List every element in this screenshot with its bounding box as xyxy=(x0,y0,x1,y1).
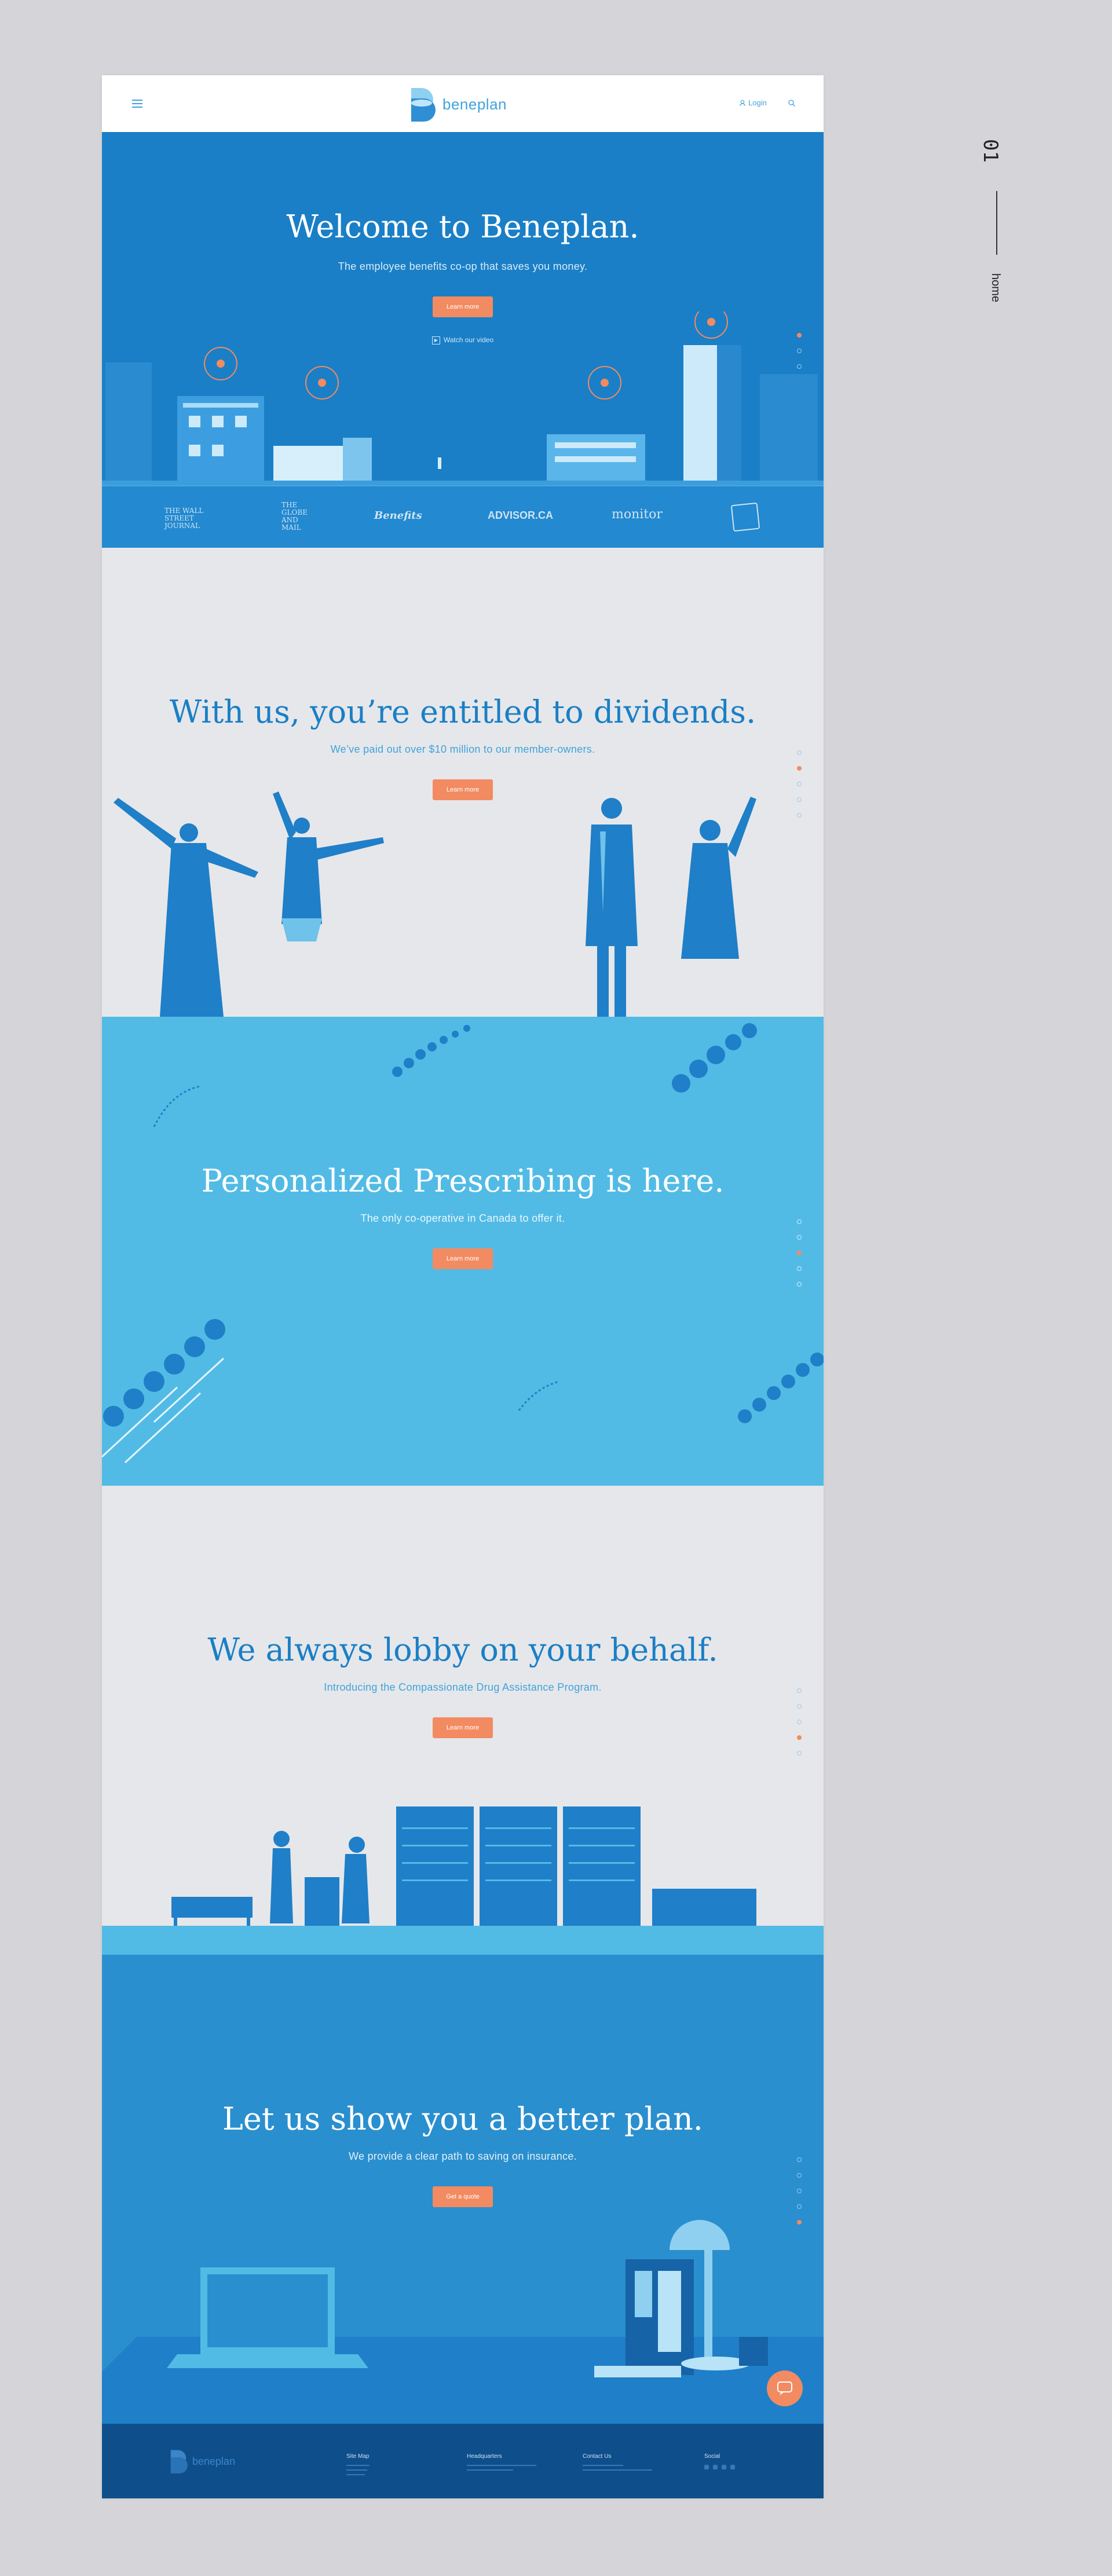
pagination-dot[interactable] xyxy=(797,1688,802,1693)
beneplan-logo-icon xyxy=(411,88,436,122)
pagination-dot-active[interactable] xyxy=(797,766,802,771)
pagination-dot[interactable] xyxy=(797,1282,802,1287)
footer-sitemap-column: Site Map xyxy=(346,2453,370,2479)
footer-contact-placeholder[interactable] xyxy=(583,2465,623,2466)
footer-headquarters-column: Headquarters xyxy=(467,2453,536,2474)
prescribing-subtitle: The only co-operative in Canada to offer… xyxy=(360,1212,565,1224)
plan-section: Let us show you a better plan. We provid… xyxy=(102,1955,824,2424)
footer-contact-column: Contact Us xyxy=(583,2453,652,2474)
prescribing-section: Personalized Prescribing is here. The on… xyxy=(102,1017,824,1486)
pagination-dot[interactable] xyxy=(797,1720,802,1724)
press-logo-badge xyxy=(730,502,760,532)
press-logo-globe-and-mail: THE GLOBE AND MAIL xyxy=(281,501,308,532)
dividends-section: With us, you’re entitled to dividends. W… xyxy=(102,548,824,1017)
page-number: 01 xyxy=(979,139,1002,163)
site-footer: beneplan Site Map Headquarters Contact U… xyxy=(102,2424,824,2498)
pagination-dot-active[interactable] xyxy=(797,1735,802,1740)
pagination-dot[interactable] xyxy=(797,1266,802,1271)
city-skyline-illustration xyxy=(102,312,824,485)
login-label: Login xyxy=(748,98,767,107)
instagram-icon[interactable] xyxy=(722,2465,726,2469)
side-divider xyxy=(996,191,997,255)
footer-social-column: Social xyxy=(704,2453,735,2469)
press-logo-monitor: monitor xyxy=(612,507,663,522)
pagination-dot[interactable] xyxy=(797,1219,802,1224)
press-logo-wsj: THE WALL STREET JOURNAL xyxy=(164,507,204,530)
pagination-dot-active[interactable] xyxy=(797,1251,802,1255)
footer-address-placeholder xyxy=(467,2469,513,2471)
menu-icon[interactable] xyxy=(132,100,142,108)
chat-bubble-icon xyxy=(777,2381,792,2395)
hero-title: Welcome to Beneplan. xyxy=(286,208,639,245)
search-icon[interactable] xyxy=(788,99,796,107)
footer-logo[interactable]: beneplan xyxy=(169,2448,235,2475)
pagination-dot[interactable] xyxy=(797,1751,802,1756)
plan-title: Let us show you a better plan. xyxy=(222,2101,703,2137)
user-icon xyxy=(739,100,746,106)
footer-social-title: Social xyxy=(704,2453,720,2460)
lobby-section: We always lobby on your behalf. Introduc… xyxy=(102,1486,824,1955)
footer-link-placeholder[interactable] xyxy=(346,2469,367,2471)
pagination-dot[interactable] xyxy=(797,1235,802,1240)
social-icons xyxy=(704,2465,735,2469)
linkedin-icon[interactable] xyxy=(730,2465,735,2469)
footer-hq-title: Headquarters xyxy=(467,2453,502,2460)
lobby-subtitle: Introducing the Compassionate Drug Assis… xyxy=(324,1681,602,1693)
side-page-label: 01 home xyxy=(979,139,1002,324)
prescribing-learn-more-button[interactable]: Learn more xyxy=(433,1248,493,1269)
twitter-icon[interactable] xyxy=(713,2465,718,2469)
section-pagination xyxy=(797,1688,804,1767)
press-logos-bar: THE WALL STREET JOURNAL THE GLOBE AND MA… xyxy=(102,485,824,548)
hero-section: Welcome to Beneplan. The employee benefi… xyxy=(102,132,824,548)
press-logo-advisor: ADVISOR.CA xyxy=(488,510,554,521)
brand-name: beneplan xyxy=(442,95,507,113)
footer-address-placeholder xyxy=(467,2465,536,2466)
footer-sitemap-title: Site Map xyxy=(346,2453,370,2460)
pharmacy-illustration xyxy=(102,1807,824,1955)
website-frame: beneplan Login Welcome to Beneplan. The … xyxy=(102,75,824,2498)
dividends-title: With us, you’re entitled to dividends. xyxy=(169,694,756,730)
beneplan-logo-icon xyxy=(170,2450,188,2474)
brand-logo[interactable]: beneplan xyxy=(409,86,507,123)
chat-button[interactable] xyxy=(767,2370,803,2406)
site-header: beneplan Login xyxy=(102,75,824,132)
pagination-dot[interactable] xyxy=(797,2157,802,2162)
pagination-dot[interactable] xyxy=(797,2173,802,2178)
footer-contact-placeholder[interactable] xyxy=(583,2469,652,2471)
dividends-subtitle: We’ve paid out over $10 million to our m… xyxy=(330,743,595,755)
plan-subtitle: We provide a clear path to saving on ins… xyxy=(349,2150,577,2162)
prescribing-title: Personalized Prescribing is here. xyxy=(201,1163,725,1199)
footer-link-placeholder[interactable] xyxy=(346,2465,370,2466)
facebook-icon[interactable] xyxy=(704,2465,709,2469)
press-logo-benefits: Benefits xyxy=(374,510,422,522)
pagination-dot[interactable] xyxy=(797,1704,802,1709)
page-name: home xyxy=(989,273,1002,303)
celebrating-people-illustration xyxy=(114,792,756,1017)
footer-brand-name: beneplan xyxy=(192,2455,236,2467)
lobby-learn-more-button[interactable]: Learn more xyxy=(433,1717,493,1738)
footer-contact-title: Contact Us xyxy=(583,2453,612,2460)
hero-subtitle: The employee benefits co-op that saves y… xyxy=(338,261,588,272)
pagination-dot[interactable] xyxy=(797,750,802,755)
office-desk-illustration xyxy=(102,2220,824,2424)
section-pagination xyxy=(797,1219,804,1298)
footer-link-placeholder[interactable] xyxy=(346,2474,365,2475)
login-link[interactable]: Login xyxy=(739,98,767,107)
lobby-title: We always lobby on your behalf. xyxy=(207,1632,718,1668)
